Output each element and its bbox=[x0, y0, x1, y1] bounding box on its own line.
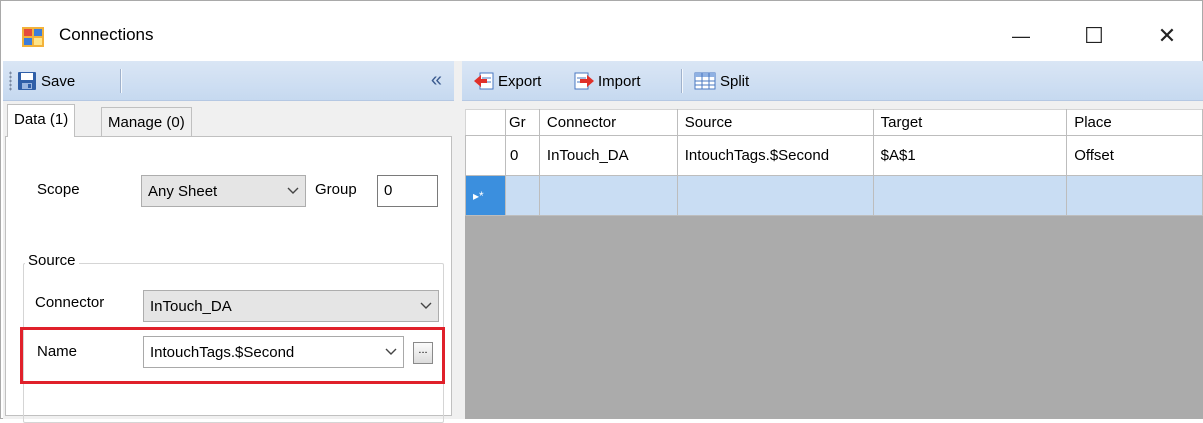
new-cell-source[interactable] bbox=[676, 175, 874, 216]
app-icon bbox=[22, 27, 44, 47]
right-pane: Export Import Split Gr Connector Source … bbox=[462, 61, 1203, 419]
tab-data[interactable]: Data (1) bbox=[7, 104, 76, 137]
left-toolbar: Save « bbox=[3, 61, 454, 101]
connector-select[interactable]: InTouch_DA bbox=[143, 290, 439, 322]
minimize-button[interactable]: — bbox=[998, 15, 1044, 57]
tab-manage-label: Manage (0) bbox=[108, 114, 185, 131]
split-button[interactable]: Split bbox=[694, 67, 749, 95]
pane-splitter[interactable] bbox=[454, 61, 462, 419]
import-label: Import bbox=[598, 72, 641, 90]
highlight-box bbox=[20, 327, 445, 384]
cell-connector[interactable]: InTouch_DA bbox=[538, 135, 678, 176]
collapse-icon[interactable]: « bbox=[431, 69, 442, 92]
toolbar-separator bbox=[681, 69, 682, 93]
import-icon bbox=[574, 72, 594, 90]
cell-target[interactable]: $A$1 bbox=[872, 135, 1068, 176]
save-label: Save bbox=[41, 72, 76, 90]
source-group-title: Source bbox=[25, 252, 79, 269]
chevron-down-icon bbox=[420, 302, 432, 309]
close-icon: ✕ bbox=[1157, 23, 1177, 48]
column-header-group[interactable]: Gr bbox=[504, 109, 540, 136]
toolbar-grip[interactable] bbox=[9, 71, 12, 91]
close-button[interactable]: ✕ bbox=[1144, 15, 1190, 57]
grid-header-row: Gr Connector Source Target Place bbox=[465, 109, 1203, 136]
grid-table: Gr Connector Source Target Place 0 InTou… bbox=[465, 109, 1203, 216]
tab-data-label: Data (1) bbox=[14, 111, 69, 128]
maximize-button[interactable]: ☐ bbox=[1071, 15, 1117, 57]
maximize-icon: ☐ bbox=[1084, 23, 1104, 48]
window-title: Connections bbox=[59, 25, 154, 44]
export-button[interactable]: Export bbox=[474, 67, 541, 95]
group-value: 0 bbox=[384, 182, 393, 199]
group-label: Group bbox=[315, 181, 357, 198]
column-header-connector[interactable]: Connector bbox=[538, 109, 678, 136]
scope-value: Any Sheet bbox=[148, 182, 218, 200]
new-cell-place[interactable] bbox=[1066, 175, 1203, 216]
title-bar: Connections — ☐ ✕ bbox=[1, 1, 1202, 61]
chevron-down-icon bbox=[287, 187, 299, 194]
new-cell-connector[interactable] bbox=[538, 175, 678, 216]
connections-grid: Gr Connector Source Target Place 0 InTou… bbox=[465, 109, 1203, 419]
save-icon bbox=[18, 72, 36, 90]
connector-label: Connector bbox=[35, 294, 105, 311]
grid-corner[interactable] bbox=[465, 109, 506, 136]
split-icon bbox=[694, 72, 716, 90]
right-toolbar: Export Import Split bbox=[462, 61, 1203, 101]
column-header-source[interactable]: Source bbox=[676, 109, 874, 136]
cell-group[interactable]: 0 bbox=[504, 135, 540, 176]
export-label: Export bbox=[498, 72, 542, 90]
tab-manage[interactable]: Manage (0) bbox=[101, 107, 192, 137]
import-button[interactable]: Import bbox=[574, 67, 641, 95]
column-header-place[interactable]: Place bbox=[1066, 109, 1203, 136]
cell-source[interactable]: IntouchTags.$Second bbox=[676, 135, 874, 176]
connections-window: Connections — ☐ ✕ Save « Data (1) Manage… bbox=[0, 0, 1203, 423]
column-header-target[interactable]: Target bbox=[872, 109, 1068, 136]
split-label: Split bbox=[720, 72, 750, 90]
row-header[interactable] bbox=[465, 135, 506, 176]
grid-empty-area bbox=[465, 219, 1203, 419]
group-input[interactable]: 0 bbox=[377, 175, 438, 207]
new-row[interactable]: ▸* bbox=[465, 175, 1203, 216]
connector-value: InTouch_DA bbox=[150, 297, 232, 315]
minimize-icon: — bbox=[1012, 26, 1030, 46]
scope-label: Scope bbox=[37, 181, 80, 198]
new-cell-target[interactable] bbox=[872, 175, 1068, 216]
new-row-marker-icon[interactable]: ▸* bbox=[465, 175, 506, 216]
table-row[interactable]: 0 InTouch_DA IntouchTags.$Second $A$1 Of… bbox=[465, 135, 1203, 176]
export-icon bbox=[474, 72, 494, 90]
tab-strip: Data (1) Manage (0) bbox=[3, 101, 454, 137]
scope-select[interactable]: Any Sheet bbox=[141, 175, 306, 207]
toolbar-separator bbox=[120, 69, 121, 93]
new-cell-group[interactable] bbox=[504, 175, 540, 216]
cell-place[interactable]: Offset bbox=[1066, 135, 1203, 176]
save-button[interactable]: Save bbox=[17, 67, 75, 95]
